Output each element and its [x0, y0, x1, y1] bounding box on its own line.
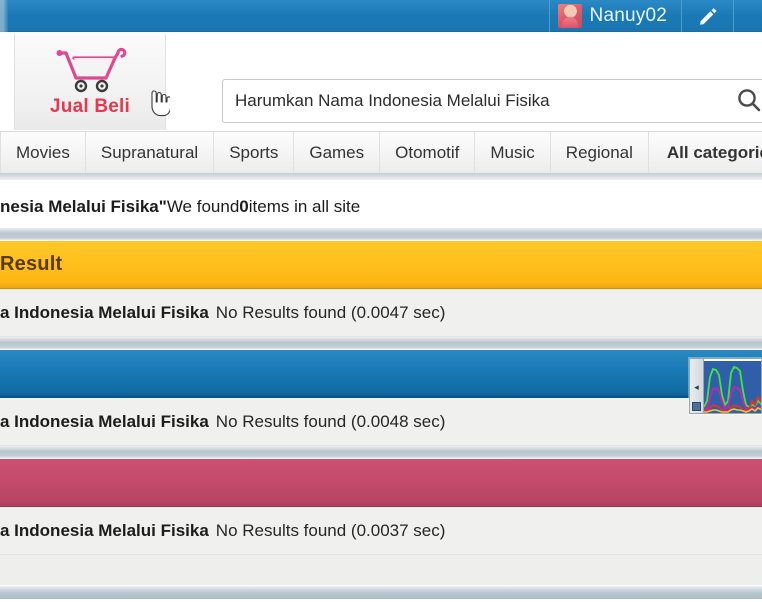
nav-item-supranatural[interactable]: Supranatural — [86, 132, 215, 173]
nav-label: Games — [309, 142, 365, 162]
row-status-message: No Results found (0.0047 sec) — [215, 302, 446, 322]
nav-label: Music — [490, 142, 535, 162]
chart-resize-grip[interactable] — [692, 402, 701, 411]
nav-label: Sports — [229, 142, 279, 162]
nav-item-movies[interactable]: Movies — [0, 132, 86, 173]
row-query-text: a Indonesia Melalui Fisika — [0, 520, 209, 540]
section-header-pink[interactable] — [0, 459, 762, 507]
brand-name-label: Jual Beli — [50, 96, 130, 117]
top-user-bar: Nanuy02 — [0, 0, 762, 32]
username-label: Nanuy02 — [589, 5, 667, 26]
results-body: Result a Indonesia Melalui Fisika No Res… — [0, 228, 762, 602]
nav-item-otomotif[interactable]: Otomotif — [380, 132, 476, 173]
nav-item-music[interactable]: Music — [475, 132, 551, 173]
nav-bottom-shadow — [0, 173, 762, 180]
topbar-tail — [734, 0, 762, 32]
table-row[interactable]: a Indonesia Melalui Fisika No Results fo… — [0, 289, 762, 337]
nav-item-games[interactable]: Games — [294, 132, 381, 173]
row-status-message: No Results found (0.0037 sec) — [215, 520, 446, 540]
nav-item-all-categories[interactable]: All categories — [649, 132, 762, 173]
section-header-blue[interactable] — [0, 350, 762, 398]
topbar-left-edge — [0, 0, 8, 32]
table-row[interactable]: a Indonesia Melalui Fisika No Results fo… — [0, 507, 762, 555]
nav-label: Otomotif — [395, 142, 460, 162]
user-account-block[interactable]: Nanuy02 — [548, 0, 682, 32]
site-header: Jual Beli Search T — [0, 32, 762, 149]
summary-quote: " — [158, 197, 167, 216]
page-root: Nanuy02 Jual Beli Harumkan Nama Indonesi… — [0, 0, 762, 602]
search-bar — [222, 79, 762, 123]
section-header-result[interactable]: Result — [0, 241, 762, 289]
avatar — [557, 4, 582, 28]
search-button[interactable] — [736, 85, 762, 117]
nav-item-regional[interactable]: Regional — [551, 132, 649, 173]
nav-label: Movies — [16, 142, 70, 162]
summary-result-count: 0 — [239, 197, 249, 216]
magnifier-icon — [736, 87, 762, 116]
nav-label: Regional — [565, 142, 633, 162]
row-query-text: a Indonesia Melalui Fisika — [0, 411, 209, 431]
nav-label: All categories — [666, 142, 762, 162]
section-divider-1 — [0, 228, 762, 241]
row-status-message: No Results found (0.0048 sec) — [215, 411, 446, 431]
shopping-cart-icon — [53, 46, 127, 94]
section-divider-3 — [0, 446, 762, 459]
mini-line-chart — [703, 361, 761, 413]
pencil-icon — [697, 5, 719, 27]
table-row[interactable]: a Indonesia Melalui Fisika No Results fo… — [0, 398, 762, 446]
mini-chart-widget[interactable]: ◂ — [689, 358, 762, 414]
nav-label: Supranatural — [100, 142, 199, 162]
page-bottom-strip — [0, 555, 762, 585]
summary-found-prefix: We found — [166, 197, 240, 216]
section-title: Result — [0, 253, 63, 275]
category-nav: Movies Supranatural Sports Games Otomoti… — [0, 131, 762, 173]
summary-query-text: nesia Melalui Fisika — [0, 197, 159, 216]
nav-item-sports[interactable]: Sports — [214, 132, 295, 173]
row-query-text: a Indonesia Melalui Fisika — [0, 302, 209, 322]
brand-logo[interactable]: Jual Beli — [14, 34, 166, 130]
edit-profile-button[interactable] — [682, 0, 734, 32]
page-bottom-shadow — [0, 585, 762, 599]
section-divider-2 — [0, 337, 762, 350]
search-summary: nesia Melalui Fisika " We found 0 items i… — [0, 186, 762, 228]
summary-found-suffix: items in all site — [248, 197, 361, 216]
search-input[interactable] — [222, 79, 762, 123]
